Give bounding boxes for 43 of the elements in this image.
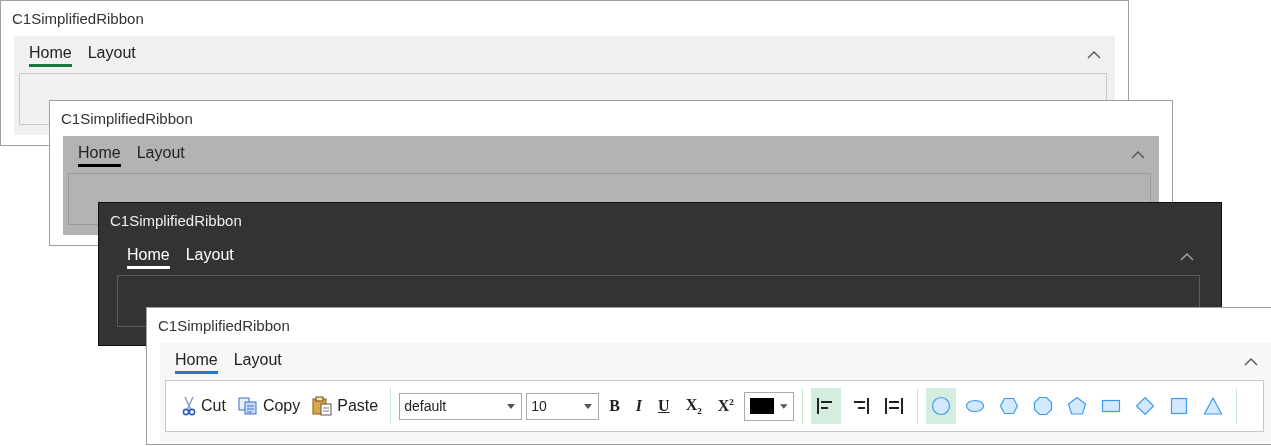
triangle-icon [1202, 396, 1223, 416]
window-title: C1SimplifiedRibbon [158, 317, 290, 334]
ribbon-tab[interactable]: Layout [233, 349, 282, 374]
window-title: C1SimplifiedRibbon [110, 212, 242, 229]
paste-button[interactable]: Paste [308, 393, 383, 419]
diamond-icon [1134, 396, 1155, 416]
dropdown-caret-icon [507, 403, 516, 409]
shape-button[interactable] [925, 388, 956, 424]
circle-icon [930, 396, 951, 416]
window-title: C1SimplifiedRibbon [12, 10, 144, 27]
italic-button[interactable]: I [629, 395, 649, 417]
ribbon-tab[interactable]: Layout [87, 42, 136, 67]
dropdown-caret-icon [780, 403, 788, 409]
collapse-icon[interactable] [1087, 50, 1101, 59]
bold-button[interactable]: B [603, 395, 626, 417]
align-button[interactable] [810, 388, 841, 424]
scissors-icon [182, 396, 196, 416]
ribbon-tab[interactable]: Layout [136, 142, 185, 167]
ribbon-tab[interactable]: Layout [185, 244, 234, 269]
copy-icon [237, 397, 258, 415]
copy-button[interactable]: Copy [233, 394, 305, 418]
font-name-combo[interactable]: default [399, 392, 523, 420]
ribbon-tab[interactable]: Home [29, 42, 72, 67]
collapse-icon[interactable] [1131, 150, 1145, 159]
subscript-button[interactable]: X$_{2}$ [679, 393, 708, 419]
collapse-icon[interactable] [1244, 357, 1258, 366]
hexagon-icon [998, 396, 1019, 416]
square-icon [1168, 396, 1189, 416]
font-size-combo[interactable]: 10 [526, 392, 600, 420]
underline-button[interactable]: U [652, 395, 676, 417]
cut-button[interactable]: Cut [178, 393, 230, 419]
ribbon-tab[interactable]: Home [127, 244, 170, 269]
paste-icon [312, 396, 333, 416]
window-title: C1SimplifiedRibbon [61, 110, 193, 127]
ribbon-tab[interactable]: Home [78, 142, 121, 167]
dropdown-caret-icon [584, 403, 593, 409]
color-picker[interactable] [743, 391, 794, 421]
collapse-icon[interactable] [1180, 252, 1194, 261]
superscript-button[interactable]: X$^{2}$ [711, 394, 740, 418]
octagon-icon [1032, 396, 1053, 416]
pentagon-icon [1066, 396, 1087, 416]
align-justify-icon [883, 396, 904, 416]
ribbon-tab[interactable]: Home [175, 349, 218, 374]
